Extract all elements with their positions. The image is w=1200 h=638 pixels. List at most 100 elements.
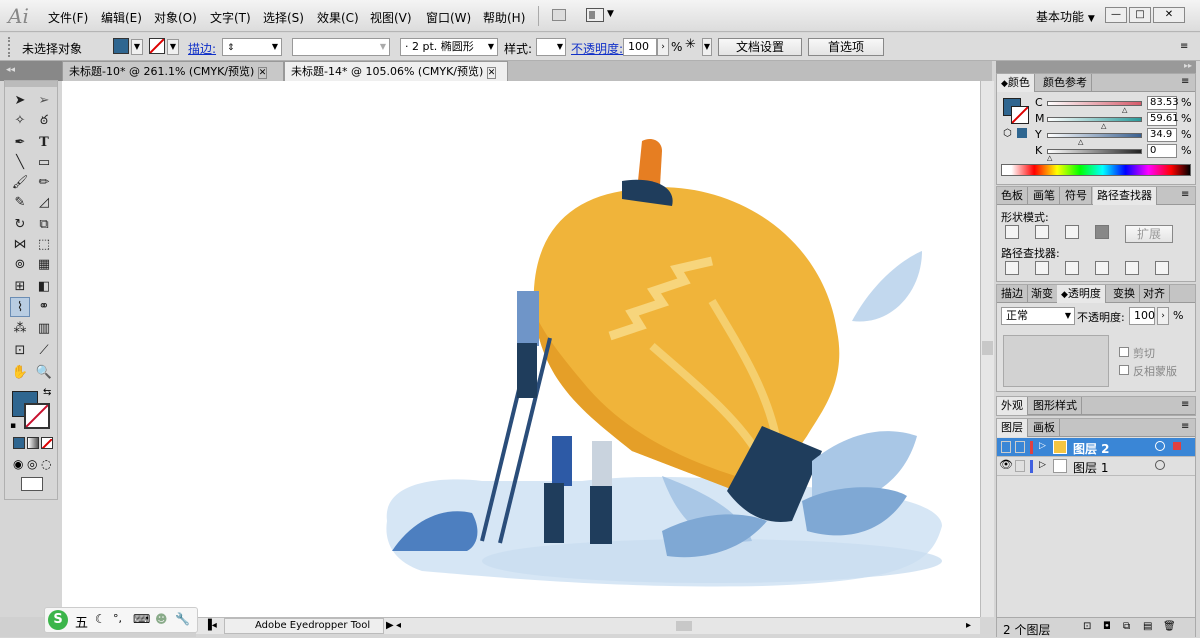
channel-slider[interactable] <box>1047 149 1142 154</box>
chevron-down-icon[interactable]: ▼ <box>272 39 281 55</box>
tab-swatches[interactable]: 色板 <box>997 187 1028 205</box>
tab-layers[interactable]: 图层 <box>997 419 1028 437</box>
tab-brushes[interactable]: 画笔 <box>1029 187 1060 205</box>
divide-icon[interactable] <box>1005 261 1019 275</box>
paintbrush-tool-icon[interactable]: 🖌 <box>10 173 30 193</box>
moon-icon[interactable]: ☾ <box>95 612 106 626</box>
line-tool-icon[interactable]: ╲ <box>10 153 30 173</box>
column-graph-tool-icon[interactable]: ▥ <box>34 319 54 339</box>
eraser-tool-icon[interactable]: ◿ <box>34 193 54 213</box>
color-spectrum-bar[interactable] <box>1001 164 1191 176</box>
channel-value-field[interactable]: 0 <box>1147 144 1177 158</box>
chevron-right-icon[interactable]: › <box>1157 307 1169 325</box>
chevron-right-icon[interactable]: › <box>657 38 669 56</box>
intersect-icon[interactable] <box>1065 225 1079 239</box>
tab-transparency[interactable]: ◆透明度 <box>1057 285 1106 303</box>
selection-tool-icon[interactable]: ➤ <box>10 91 30 111</box>
scroll-thumb[interactable] <box>982 341 993 355</box>
none-mode-icon[interactable] <box>41 437 53 449</box>
eyedropper-tool-icon[interactable]: ⌇ <box>10 297 30 317</box>
panel-dock-header[interactable]: ▸▸ <box>996 61 1196 73</box>
slice-tool-icon[interactable]: ⟋ <box>34 341 54 361</box>
punctuation-icon[interactable]: °, <box>113 612 122 625</box>
make-clipping-mask-icon[interactable]: ◘ <box>1103 621 1111 632</box>
chevron-down-icon[interactable]: ▼ <box>380 39 389 55</box>
unite-icon[interactable] <box>1005 225 1019 239</box>
channel-value-field[interactable]: 59.61 <box>1147 112 1179 126</box>
menu-object[interactable]: 对象(O) <box>154 9 197 26</box>
opacity-field[interactable]: 100 <box>623 38 657 56</box>
artboard-tool-icon[interactable]: ⊡ <box>10 341 30 361</box>
artboard-canvas[interactable] <box>62 0 980 617</box>
document-setup-button[interactable]: 文档设置 <box>718 38 802 56</box>
horizontal-scrollbar[interactable]: ▐◂ Adobe Eyedropper Tool ▶ ◂ ▸ <box>196 617 980 634</box>
free-transform-tool-icon[interactable]: ⬚ <box>34 235 54 255</box>
panel-menu-icon[interactable]: ≡ <box>1180 41 1188 52</box>
scroll-thumb[interactable] <box>676 621 692 631</box>
blob-brush-tool-icon[interactable]: ✎ <box>10 193 30 213</box>
tab-graphic-styles[interactable]: 图形样式 <box>1029 397 1082 415</box>
draw-inside-icon[interactable]: ◌ <box>41 457 51 471</box>
tab-align[interactable]: 对齐 <box>1139 285 1170 303</box>
menu-view[interactable]: 视图(V) <box>370 9 412 26</box>
lasso-tool-icon[interactable]: ఠ <box>34 111 54 131</box>
minimize-button[interactable]: — <box>1105 7 1127 23</box>
menu-help[interactable]: 帮助(H) <box>483 9 525 26</box>
tab-color[interactable]: ◆颜色 <box>997 74 1035 92</box>
grip-handle[interactable] <box>8 37 12 57</box>
rotate-tool-icon[interactable]: ↻ <box>10 215 30 235</box>
layer-name[interactable]: 图层 2 <box>1073 440 1110 457</box>
expand-triangle-icon[interactable]: ▷ <box>1039 441 1046 451</box>
stepper-icon[interactable]: ⇕ <box>227 43 235 53</box>
tab-color-guide[interactable]: 颜色参考 <box>1039 74 1092 92</box>
invert-mask-checkbox[interactable] <box>1119 365 1129 375</box>
channel-slider[interactable] <box>1047 101 1142 106</box>
clip-checkbox[interactable] <box>1119 347 1129 357</box>
locate-object-icon[interactable]: ⊡ <box>1083 621 1091 632</box>
channel-value-field[interactable]: 83.53 <box>1147 96 1179 110</box>
keyboard-icon[interactable]: ⌨ <box>133 612 150 626</box>
perspective-grid-tool-icon[interactable]: ▦ <box>34 255 54 275</box>
stroke-dropdown-icon[interactable]: ▼ <box>167 39 179 55</box>
shape-builder-tool-icon[interactable]: ⊚ <box>10 255 30 275</box>
chevron-down-icon[interactable]: ▼ <box>488 39 497 55</box>
tab-stroke[interactable]: 描边 <box>997 285 1028 303</box>
draw-behind-icon[interactable]: ◎ <box>27 457 37 471</box>
fill-dropdown-icon[interactable]: ▼ <box>131 39 143 55</box>
rectangle-tool-icon[interactable]: ▭ <box>34 153 54 173</box>
chevron-down-icon[interactable]: ▼ <box>702 38 712 56</box>
slider-thumb-icon[interactable]: △ <box>1122 106 1127 114</box>
lock-toggle[interactable] <box>1015 441 1025 453</box>
tab-appearance[interactable]: 外观 <box>997 397 1028 415</box>
chevron-down-icon[interactable]: ▼ <box>1065 308 1074 324</box>
stroke-color-box[interactable] <box>1011 106 1029 124</box>
mask-thumbnail[interactable] <box>1003 335 1109 387</box>
direct-selection-tool-icon[interactable]: ➢ <box>34 91 54 111</box>
chevron-down-icon[interactable]: ▼ <box>557 39 565 55</box>
tools-icon[interactable]: 🔧 <box>175 612 190 626</box>
collapse-arrows-icon[interactable]: ◂◂ <box>0 61 62 79</box>
close-icon[interactable]: ✕ <box>486 67 497 79</box>
close-icon[interactable]: ✕ <box>257 67 268 79</box>
fill-swatch[interactable] <box>113 38 129 54</box>
tab-doc-10[interactable]: 未标题-10* @ 261.1% (CMYK/预览) ✕ <box>62 61 284 81</box>
draw-normal-icon[interactable]: ◉ <box>13 457 23 471</box>
pen-tool-icon[interactable]: ✒ <box>10 133 30 153</box>
menu-file[interactable]: 文件(F) <box>48 9 88 26</box>
brush-definition-field[interactable]: · 2 pt. 椭圆形 ▼ <box>400 38 498 56</box>
blend-tool-icon[interactable]: ⚭ <box>34 297 54 317</box>
menu-type[interactable]: 文字(T) <box>210 9 251 26</box>
merge-icon[interactable] <box>1065 261 1079 275</box>
delete-icon[interactable]: 🗑 <box>1163 621 1176 632</box>
channel-slider[interactable] <box>1047 117 1142 122</box>
outline-icon[interactable] <box>1125 261 1139 275</box>
slider-thumb-icon[interactable]: △ <box>1078 138 1083 146</box>
tab-artboards[interactable]: 画板 <box>1029 419 1060 437</box>
recolor-artwork-icon[interactable]: ✳ <box>685 37 696 52</box>
opacity-label[interactable]: 不透明度: <box>571 40 623 57</box>
new-sublayer-icon[interactable]: ⧉ <box>1123 621 1130 632</box>
preferences-button[interactable]: 首选项 <box>808 38 884 56</box>
panel-menu-icon[interactable]: ≡ <box>1181 76 1189 87</box>
menu-edit[interactable]: 编辑(E) <box>101 9 142 26</box>
scale-tool-icon[interactable]: ⧉ <box>34 215 54 235</box>
